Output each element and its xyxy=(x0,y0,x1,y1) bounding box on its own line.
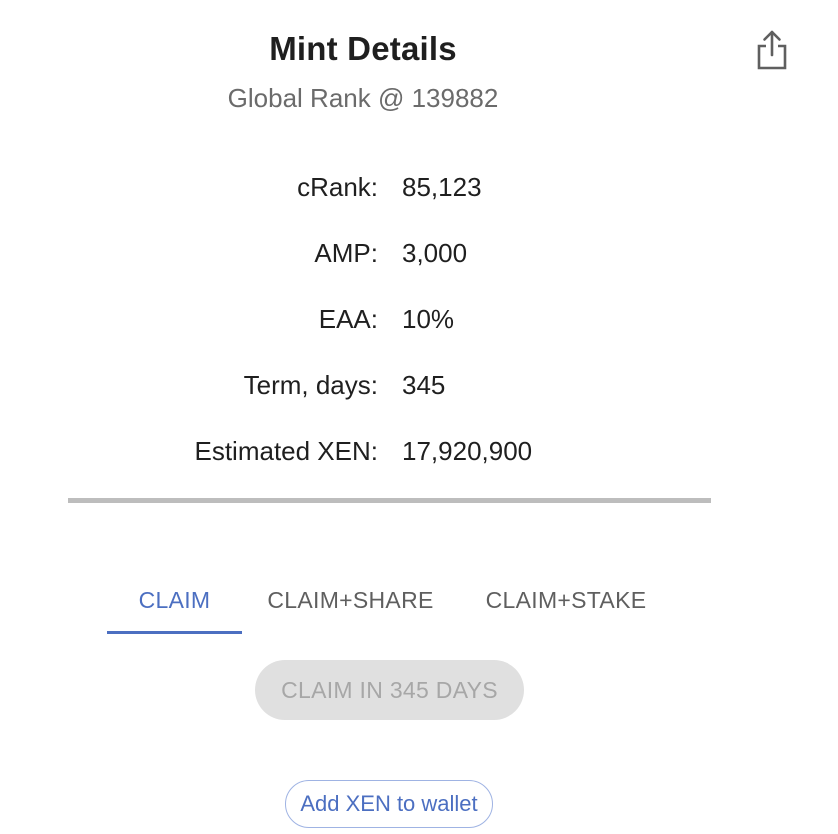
detail-label: Estimated XEN: xyxy=(194,436,378,466)
detail-row-amp: AMP: 3,000 xyxy=(0,234,838,300)
detail-value: 10% xyxy=(402,304,455,334)
tab-label: CLAIM xyxy=(138,587,211,613)
detail-label: AMP: xyxy=(314,238,378,268)
detail-row-term: Term, days: 345 xyxy=(0,366,838,432)
page-title: Mint Details xyxy=(269,30,457,67)
tab-claim[interactable]: CLAIM xyxy=(107,572,242,634)
claim-button-disabled: CLAIM IN 345 DAYS xyxy=(255,660,524,720)
detail-label: Term, days: xyxy=(243,370,378,400)
detail-row-crank: cRank: 85,123 xyxy=(0,168,838,234)
add-xen-to-wallet-button[interactable]: Add XEN to wallet xyxy=(285,780,493,828)
detail-row-estimated-xen: Estimated XEN: 17,920,900 xyxy=(0,432,838,498)
claim-tabs: CLAIM CLAIM+SHARE CLAIM+STAKE xyxy=(107,572,673,636)
detail-value: 85,123 xyxy=(402,172,482,202)
tab-label: CLAIM+SHARE xyxy=(267,587,434,613)
tab-claim-share[interactable]: CLAIM+SHARE xyxy=(242,572,459,632)
global-rank-subtitle: Global Rank @ 139882 xyxy=(227,83,499,113)
share-button[interactable] xyxy=(752,28,792,72)
share-icon xyxy=(757,30,787,70)
tab-claim-stake[interactable]: CLAIM+STAKE xyxy=(459,572,673,632)
divider xyxy=(68,498,711,503)
detail-value: 3,000 xyxy=(402,238,468,268)
detail-row-eaa: EAA: 10% xyxy=(0,300,838,366)
tab-label: CLAIM+STAKE xyxy=(485,587,647,613)
detail-value: 345 xyxy=(402,370,446,400)
detail-label: EAA: xyxy=(318,304,378,334)
mint-details-page: Mint Details Global Rank @ 139882 cRank:… xyxy=(0,0,838,834)
detail-value: 17,920,900 xyxy=(402,436,533,466)
detail-label: cRank: xyxy=(297,172,378,202)
mint-details-list: cRank: 85,123 AMP: 3,000 EAA: 10% Term, … xyxy=(0,168,838,498)
tab-active-indicator xyxy=(107,631,242,634)
